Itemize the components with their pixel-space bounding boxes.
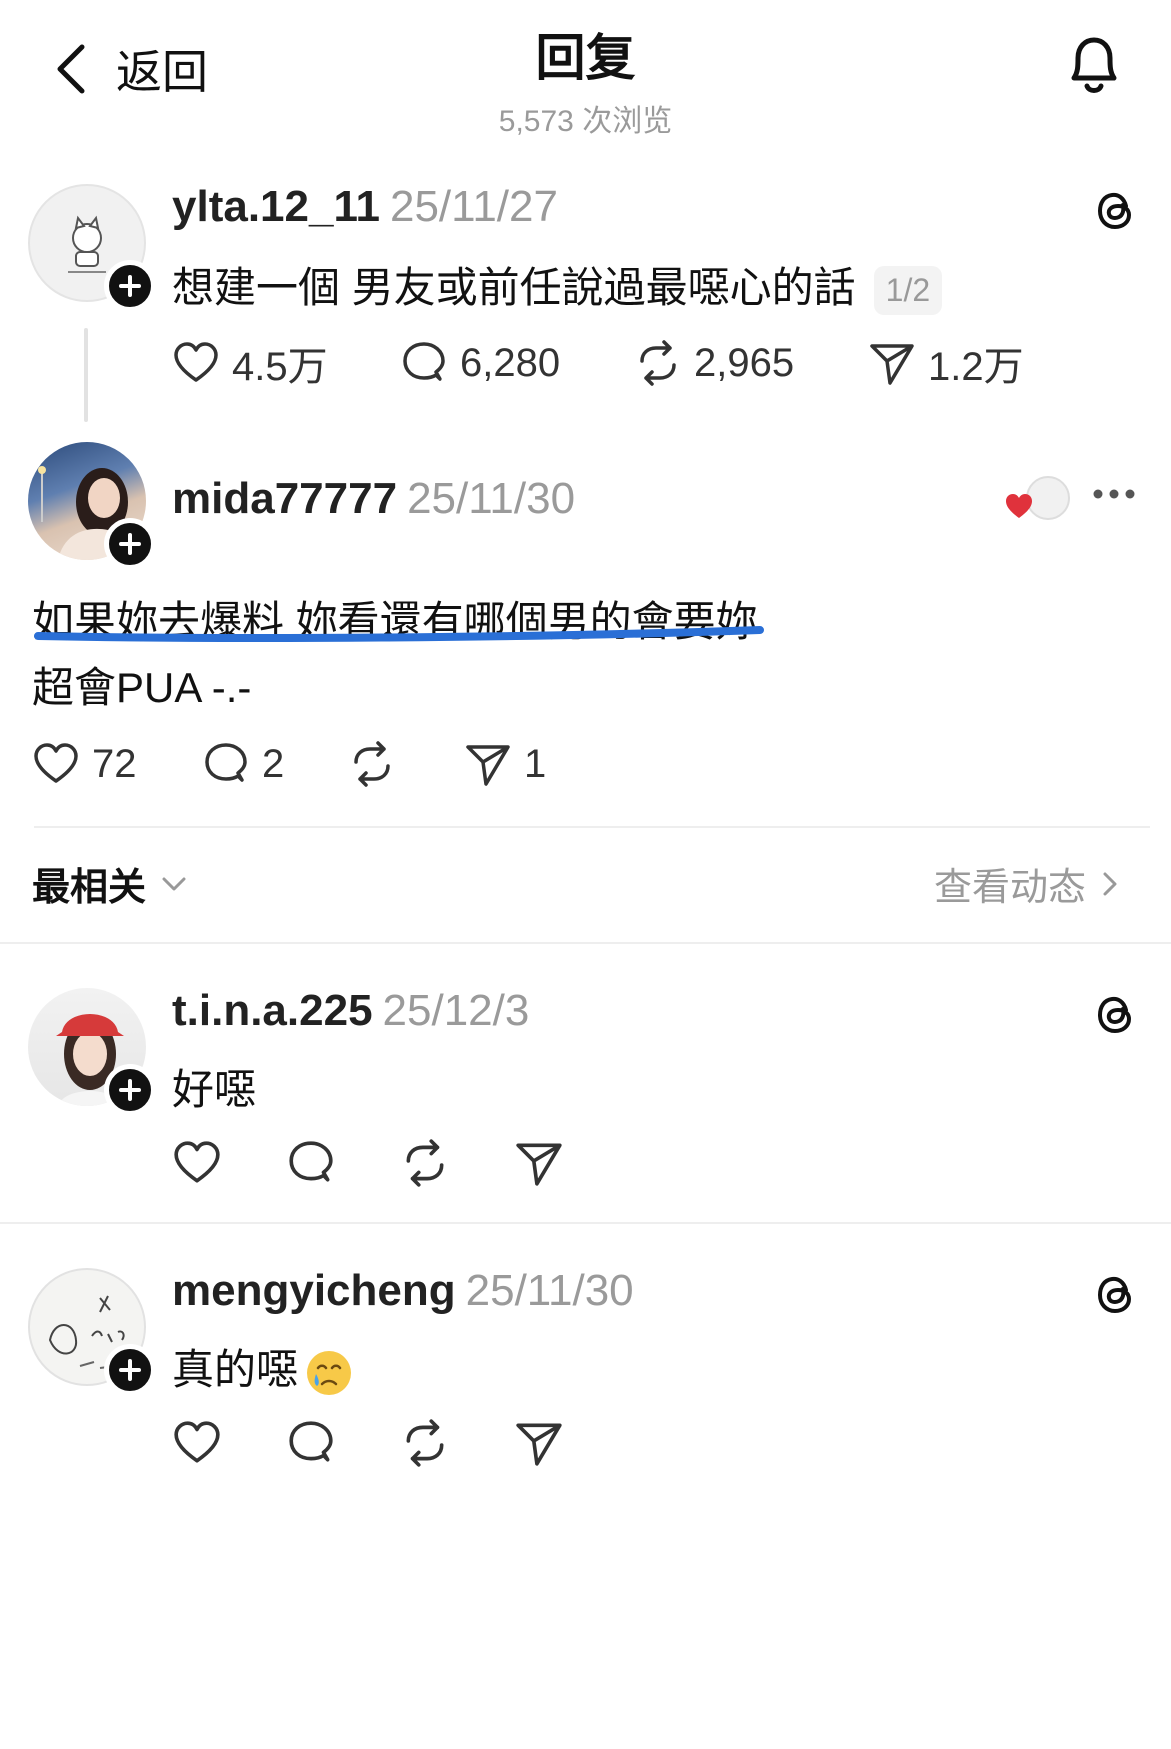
reply-actions: 72 2 1 [32, 740, 546, 788]
comment-text: 好噁 [172, 1066, 257, 1113]
follow-plus-button[interactable] [104, 1064, 156, 1116]
post-actions: 4.5万 6,280 2,965 1.2万 [172, 334, 1024, 392]
comment-button[interactable]: 6,280 [400, 339, 634, 387]
heart-icon [174, 342, 218, 382]
follow-plus-button[interactable] [104, 518, 156, 570]
like-count: 4.5万 [232, 345, 328, 389]
comment-bubble-icon [403, 342, 445, 381]
activity-label: 查看动态 [934, 867, 1087, 909]
username[interactable]: mida77777 [172, 474, 397, 523]
repost-icon [640, 340, 676, 386]
comment-count: 2 [262, 741, 285, 786]
threads-logo-icon[interactable] [1092, 186, 1140, 234]
crying-face-emoji-icon [307, 1350, 352, 1395]
post-author-line: ylta.12_11 25/11/27 [172, 182, 558, 232]
like-count: 72 [92, 741, 137, 786]
comment-text-line: 真的噁 [172, 1336, 354, 1398]
sort-dropdown[interactable]: 最相关 [32, 856, 188, 911]
view-count: 5,573 次浏览 [498, 105, 673, 138]
comment-bubble-icon [205, 743, 247, 782]
follow-plus-button[interactable] [104, 1344, 156, 1396]
share-button[interactable]: 1.2万 [868, 334, 1024, 392]
share-count: 1.2万 [928, 345, 1024, 389]
heart-icon[interactable] [172, 1138, 222, 1188]
username[interactable]: mengyicheng [172, 1266, 456, 1315]
share-button[interactable]: 1 [464, 740, 546, 788]
send-icon [870, 344, 914, 385]
divider [0, 942, 1171, 944]
title-block: 回复 5,573 次浏览 [0, 18, 1171, 140]
divider [0, 1222, 1171, 1224]
bell-icon[interactable] [1064, 32, 1124, 98]
plus-icon [119, 1079, 141, 1101]
more-options-icon[interactable] [1092, 486, 1136, 502]
reply-text-line-2: 超會PUA -.- [32, 664, 252, 711]
follow-plus-button[interactable] [104, 260, 156, 312]
repost-icon[interactable] [400, 1138, 450, 1188]
reply-date: 25/11/30 [407, 474, 576, 523]
page-badge[interactable]: 1/2 [873, 266, 943, 316]
avatar-mida[interactable] [28, 442, 156, 570]
post-text-line: 想建一個 男友或前任說過最噁心的話 1/2 [172, 254, 943, 316]
username[interactable]: t.i.n.a.225 [172, 986, 373, 1035]
comment-date: 25/11/30 [465, 1266, 634, 1315]
comment-bubble-icon[interactable] [286, 1418, 336, 1468]
plus-icon [119, 275, 141, 297]
highlight-underline [34, 626, 764, 642]
comment-actions [172, 1138, 564, 1188]
post-text: 想建一個 男友或前任說過最噁心的話 [172, 264, 856, 311]
page-title: 回复 [535, 30, 636, 86]
comment-text: 真的噁 [172, 1346, 299, 1393]
comment-button[interactable]: 2 [202, 740, 348, 788]
red-heart-icon [1006, 494, 1032, 518]
comment-count: 6,280 [460, 340, 561, 385]
avatar-ylta[interactable] [28, 184, 156, 312]
threads-logo-icon[interactable] [1092, 1270, 1140, 1318]
thread-connector-line [84, 328, 88, 422]
plus-icon [119, 1359, 141, 1381]
threads-logo-icon[interactable] [1092, 990, 1140, 1038]
reply-author-line: mida77777 25/11/30 [172, 474, 575, 524]
divider [34, 826, 1150, 828]
repost-icon[interactable] [400, 1418, 450, 1468]
plus-icon [119, 533, 141, 555]
avatar-mengyicheng[interactable] [28, 1268, 156, 1396]
comment-actions [172, 1418, 564, 1468]
avatar-tina[interactable] [28, 988, 156, 1116]
send-icon[interactable] [514, 1418, 564, 1468]
username[interactable]: ylta.12_11 [172, 182, 380, 231]
comment-author-line: t.i.n.a.225 25/12/3 [172, 986, 529, 1036]
sort-label: 最相关 [32, 867, 147, 909]
chevron-right-icon [1103, 872, 1117, 895]
send-icon [466, 745, 510, 786]
comment-author-line: mengyicheng 25/11/30 [172, 1266, 634, 1316]
post-date: 25/11/27 [389, 182, 558, 231]
like-button[interactable]: 4.5万 [172, 334, 400, 392]
view-activity-link[interactable]: 查看动态 [934, 856, 1120, 911]
heart-icon[interactable] [172, 1418, 222, 1468]
repost-button[interactable] [348, 740, 464, 788]
repost-button[interactable]: 2,965 [634, 339, 868, 387]
chevron-down-icon [162, 877, 186, 890]
repost-count: 2,965 [694, 340, 795, 385]
share-count: 1 [524, 741, 547, 786]
like-button[interactable]: 72 [32, 740, 202, 788]
send-icon[interactable] [514, 1138, 564, 1188]
comment-bubble-icon[interactable] [286, 1138, 336, 1188]
heart-icon [34, 743, 78, 783]
liked-by-author-badge[interactable] [1004, 476, 1070, 524]
comment-date: 25/12/3 [382, 986, 530, 1035]
top-bar: 返回 回复 5,573 次浏览 [0, 0, 1171, 140]
repost-icon [354, 741, 390, 787]
